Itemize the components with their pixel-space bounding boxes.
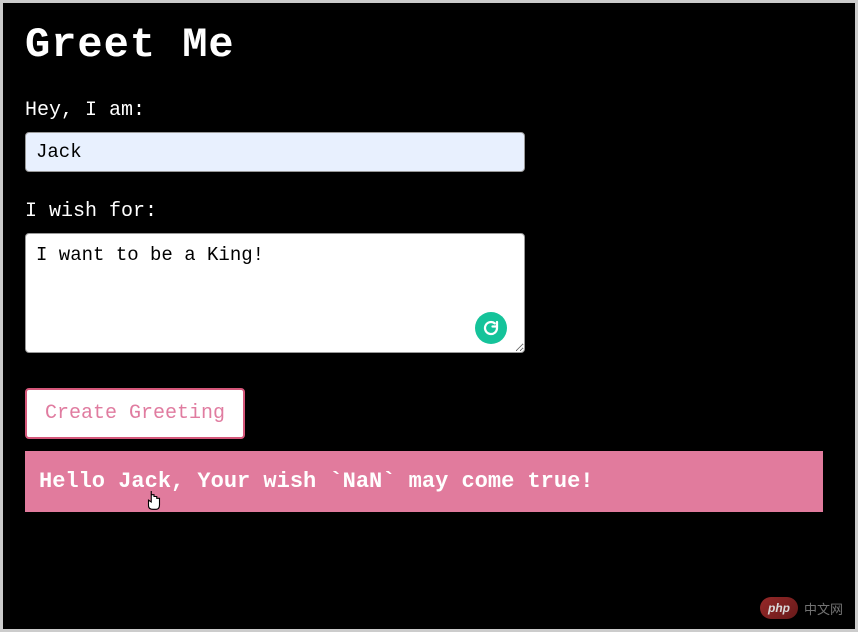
- wish-wrapper: [25, 233, 525, 358]
- page-title: Greet Me: [25, 21, 833, 69]
- output-message: Hello Jack, Your wish `NaN` may come tru…: [25, 451, 823, 512]
- wish-label: I wish for:: [25, 200, 833, 223]
- name-input[interactable]: [25, 132, 525, 172]
- create-greeting-button[interactable]: Create Greeting: [25, 388, 245, 439]
- wish-textarea[interactable]: [25, 233, 525, 353]
- watermark-badge: php: [760, 597, 798, 619]
- name-label: Hey, I am:: [25, 99, 833, 122]
- watermark-text: 中文网: [804, 599, 843, 618]
- watermark: php 中文网: [760, 597, 843, 619]
- grammarly-icon[interactable]: [475, 312, 507, 344]
